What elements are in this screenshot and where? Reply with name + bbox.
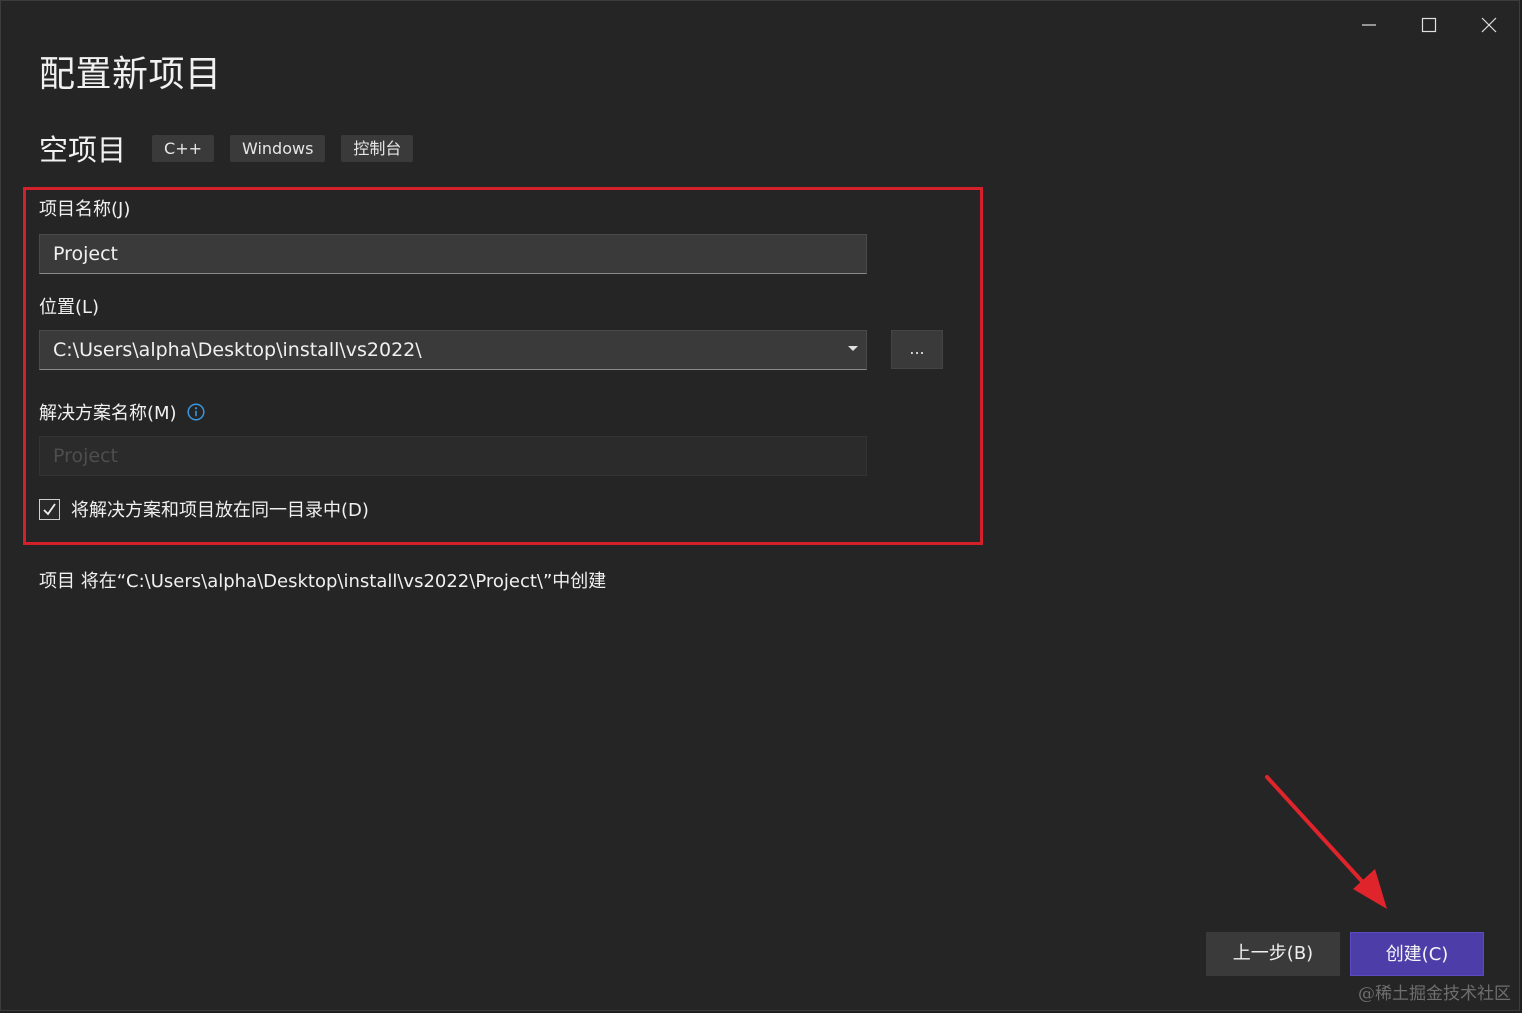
back-button[interactable]: 上一步(B) [1206,932,1340,976]
maximize-button[interactable] [1399,1,1459,49]
close-icon [1481,17,1497,33]
info-icon[interactable] [187,403,205,421]
location-label: 位置(L) [39,293,99,319]
location-combobox[interactable]: C:\Users\alpha\Desktop\install\vs2022\ [39,330,867,370]
project-name-input[interactable]: Project [39,234,867,274]
watermark: @稀土掘金技术社区 [1358,984,1511,1004]
tag-project-type: 控制台 [341,134,414,162]
page-title: 配置新项目 [39,54,222,95]
solution-name-input[interactable]: Project [39,436,867,476]
tag-platform: Windows [230,134,326,162]
browse-button[interactable]: ... [891,330,943,369]
maximize-icon [1421,17,1437,33]
template-name: 空项目 [39,133,127,167]
creation-path-info: 项目 将在“C:\Users\alpha\Desktop\install\vs2… [39,571,607,592]
window-controls [1339,1,1519,49]
same-directory-label: 将解决方案和项目放在同一目录中(D) [71,500,369,521]
project-name-label: 项目名称(J) [39,195,130,221]
chevron-down-icon[interactable] [848,346,858,351]
close-button[interactable] [1459,1,1519,49]
solution-name-label-text: 解决方案名称(M) [39,403,177,424]
same-directory-option[interactable]: 将解决方案和项目放在同一目录中(D) [39,496,369,522]
configure-project-window: 配置新项目 空项目 C++ Windows 控制台 项目名称(J) Projec… [0,0,1520,1011]
checkmark-icon [43,502,56,515]
tag-language: C++ [152,134,214,162]
annotation-arrow-icon [1265,775,1387,909]
minimize-button[interactable] [1339,1,1399,49]
project-name-label-text: 项目名称(J) [39,199,131,220]
location-label-text: 位置(L) [39,297,100,318]
location-value: C:\Users\alpha\Desktop\install\vs2022\ [53,339,422,361]
create-button[interactable]: 创建(C) [1350,932,1484,976]
same-directory-checkbox[interactable] [39,498,60,520]
template-summary: 空项目 C++ Windows 控制台 [39,127,429,169]
minimize-icon [1362,24,1376,26]
solution-name-label: 解决方案名称(M) [39,399,205,425]
